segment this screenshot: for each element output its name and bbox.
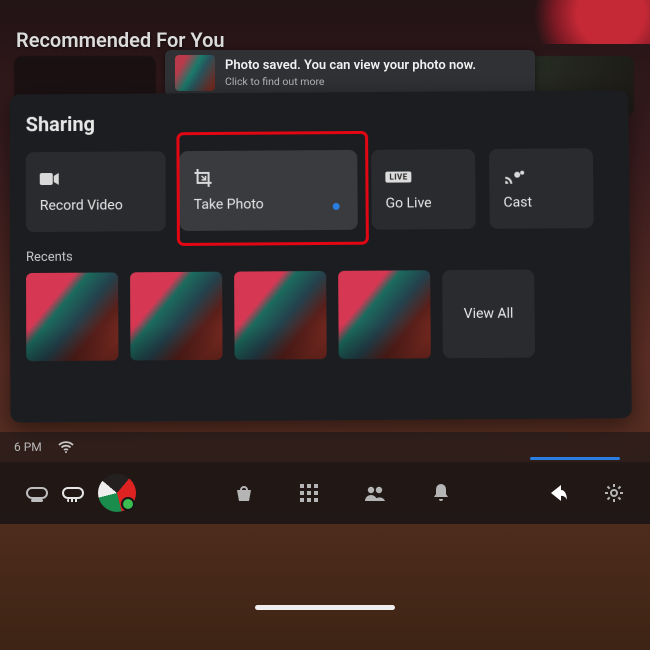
avatar[interactable] (98, 474, 136, 512)
take-photo-label: Take Photo (194, 196, 344, 213)
toast-thumbnail (175, 55, 215, 91)
share-icon[interactable] (548, 483, 568, 503)
headset-settings-icon[interactable] (62, 487, 84, 499)
cast-icon (503, 166, 579, 184)
status-bar: 6 PM (0, 432, 650, 462)
bell-icon[interactable] (432, 483, 450, 503)
gear-icon[interactable] (604, 483, 624, 503)
recent-thumbnail[interactable] (338, 270, 431, 359)
go-live-button[interactable]: LIVE Go Live (371, 149, 476, 230)
notification-dot (333, 203, 340, 210)
record-video-label: Record Video (40, 197, 152, 214)
people-icon[interactable] (364, 485, 386, 501)
recommended-heading: Recommended For You (16, 28, 225, 52)
take-photo-button[interactable]: Take Photo (179, 150, 357, 231)
recent-thumbnail[interactable] (26, 272, 118, 361)
cast-button[interactable]: Cast (489, 148, 594, 229)
toast-text: Photo saved. You can view your photo now… (225, 58, 476, 89)
shop-icon[interactable] (234, 484, 254, 502)
recent-thumbnail[interactable] (130, 272, 223, 361)
go-live-label: Go Live (386, 195, 462, 212)
system-dock (0, 462, 650, 524)
cast-label: Cast (503, 194, 579, 211)
live-badge-icon: LIVE (385, 167, 461, 185)
sharing-panel: Sharing Record Video Take Photo LIVE Go … (10, 90, 632, 422)
photo-saved-toast[interactable]: Photo saved. You can view your photo now… (165, 50, 535, 96)
recent-thumbnail[interactable] (234, 271, 327, 360)
panel-title: Sharing (26, 108, 613, 136)
camcorder-icon (40, 169, 152, 188)
bg-accent (520, 0, 650, 44)
photo-crop-icon (194, 168, 344, 187)
record-video-button[interactable]: Record Video (26, 151, 166, 232)
headset-icon[interactable] (26, 487, 48, 499)
recents-heading: Recents (26, 246, 614, 265)
clock-label: 6 PM (14, 440, 42, 454)
recents-row: View All (26, 269, 615, 361)
wifi-icon (58, 441, 74, 453)
apps-grid-icon[interactable] (300, 484, 318, 502)
active-tab-indicator (530, 457, 620, 460)
toast-title: Photo saved. You can view your photo now… (225, 58, 476, 74)
home-indicator[interactable] (255, 605, 395, 610)
view-all-button[interactable]: View All (442, 270, 535, 359)
toast-subtitle: Click to find out more (225, 75, 476, 88)
sharing-actions-row: Record Video Take Photo LIVE Go Live (26, 148, 614, 232)
view-all-label: View All (464, 306, 514, 322)
